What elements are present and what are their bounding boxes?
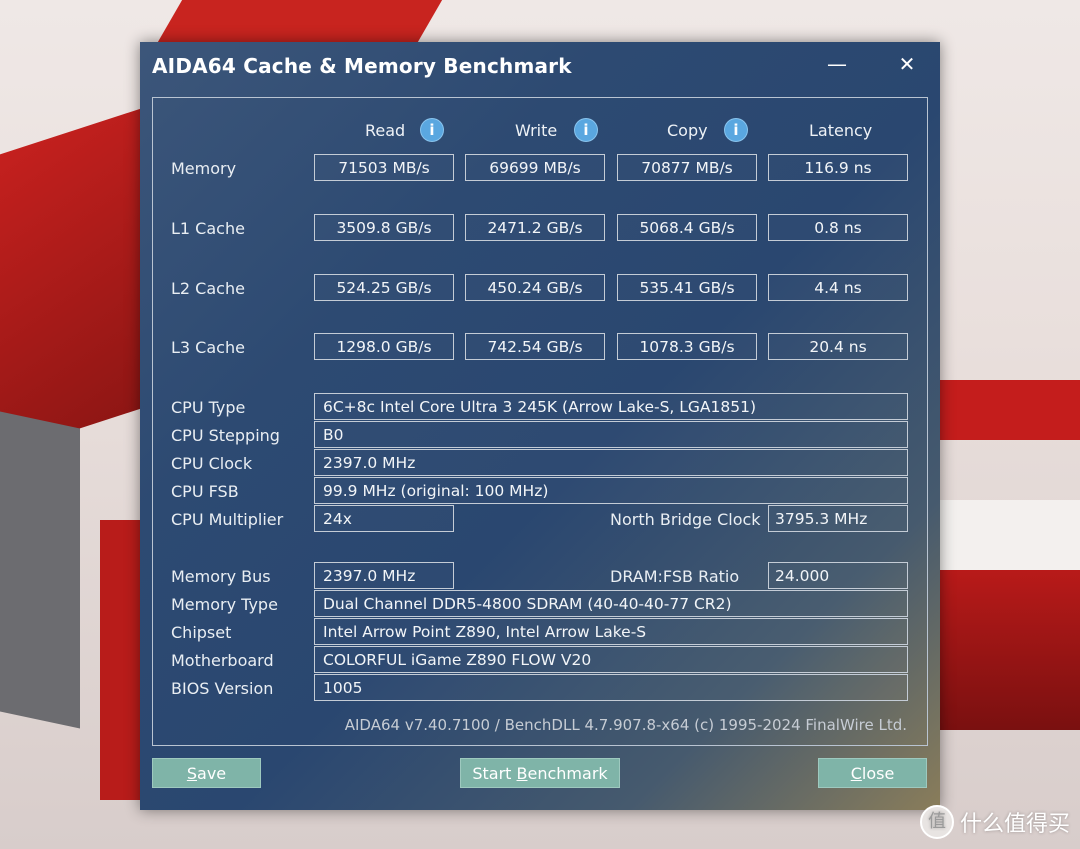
cpu-type-value: 6C+8c Intel Core Ultra 3 245K (Arrow Lak…	[314, 393, 908, 420]
memory-write-value: 69699 MB/s	[465, 154, 605, 181]
bios-version-value: 1005	[314, 674, 908, 701]
watermark-text: 什么值得买	[959, 812, 1070, 837]
memory-bus-label: Memory Bus	[171, 567, 271, 586]
chipset-value: Intel Arrow Point Z890, Intel Arrow Lake…	[314, 618, 908, 645]
background-shape	[940, 570, 1080, 730]
row-label-l2-cache: L2 Cache	[171, 279, 245, 298]
close-mnemonic: C	[850, 764, 862, 783]
write-info-icon[interactable]: i	[575, 119, 597, 141]
benchmark-window: AIDA64 Cache & Memory Benchmark — ✕ Read…	[140, 42, 940, 810]
north-bridge-clock-label: North Bridge Clock	[610, 510, 761, 529]
background-shape	[157, 0, 443, 42]
save-label: ave	[197, 764, 227, 783]
dram-fsb-ratio-value: 24.000	[768, 562, 908, 589]
cpu-clock-label: CPU Clock	[171, 454, 253, 473]
background-shape	[940, 500, 1080, 570]
cpu-multiplier-label: CPU Multiplier	[171, 510, 284, 529]
watermark: 值 什么值得买	[919, 805, 1070, 839]
save-mnemonic: S	[186, 764, 198, 783]
row-label-l1-cache: L1 Cache	[171, 219, 245, 238]
cpu-stepping-label: CPU Stepping	[171, 426, 280, 445]
l2-read-value: 524.25 GB/s	[314, 274, 454, 301]
dram-fsb-ratio-label: DRAM:FSB Ratio	[610, 567, 740, 586]
background-shape	[0, 105, 150, 455]
window-close-button[interactable]: ✕	[890, 50, 924, 80]
start-mnemonic: B	[516, 764, 528, 783]
bios-version-label: BIOS Version	[171, 679, 274, 698]
read-info-icon[interactable]: i	[421, 119, 443, 141]
column-header-write: Write	[515, 121, 558, 140]
l1-read-value: 3509.8 GB/s	[314, 214, 454, 241]
start-benchmark-button[interactable]: Start Benchmark	[460, 758, 620, 788]
chipset-label: Chipset	[171, 623, 232, 642]
cpu-clock-value: 2397.0 MHz	[314, 449, 908, 476]
l3-copy-value: 1078.3 GB/s	[617, 333, 757, 360]
start-label-c: enchmark	[527, 764, 608, 783]
results-panel: Read i Write i Copy i Latency Memory 715…	[152, 97, 928, 746]
memory-read-value: 71503 MB/s	[314, 154, 454, 181]
l1-copy-value: 5068.4 GB/s	[617, 214, 757, 241]
memory-type-value: Dual Channel DDR5-4800 SDRAM (40-40-40-7…	[314, 590, 908, 617]
north-bridge-clock-value: 3795.3 MHz	[768, 505, 908, 532]
l2-latency-value: 4.4 ns	[768, 274, 908, 301]
start-label-a: Start	[472, 764, 517, 783]
l1-write-value: 2471.2 GB/s	[465, 214, 605, 241]
cpu-stepping-value: B0	[314, 421, 908, 448]
row-label-l3-cache: L3 Cache	[171, 338, 245, 357]
cpu-fsb-value: 99.9 MHz (original: 100 MHz)	[314, 477, 908, 504]
save-button[interactable]: Save	[152, 758, 261, 788]
watermark-logo-icon: 值	[919, 805, 954, 839]
l3-write-value: 742.54 GB/s	[465, 333, 605, 360]
l3-read-value: 1298.0 GB/s	[314, 333, 454, 360]
memory-latency-value: 116.9 ns	[768, 154, 908, 181]
l3-latency-value: 20.4 ns	[768, 333, 908, 360]
version-footer: AIDA64 v7.40.7100 / BenchDLL 4.7.907.8-x…	[344, 716, 907, 734]
background-shape	[940, 380, 1080, 440]
l2-write-value: 450.24 GB/s	[465, 274, 605, 301]
close-button[interactable]: Close	[818, 758, 927, 788]
row-label-memory: Memory	[171, 159, 237, 178]
close-label: lose	[861, 764, 895, 783]
window-title: AIDA64 Cache & Memory Benchmark	[152, 54, 572, 78]
cpu-multiplier-value: 24x	[314, 505, 454, 532]
column-header-latency: Latency	[809, 121, 873, 140]
l2-copy-value: 535.41 GB/s	[617, 274, 757, 301]
motherboard-value: COLORFUL iGame Z890 FLOW V20	[314, 646, 908, 673]
memory-copy-value: 70877 MB/s	[617, 154, 757, 181]
minimize-button[interactable]: —	[820, 50, 854, 80]
background-shape	[0, 411, 80, 729]
memory-type-label: Memory Type	[171, 595, 278, 614]
copy-info-icon[interactable]: i	[725, 119, 747, 141]
motherboard-label: Motherboard	[171, 651, 274, 670]
cpu-fsb-label: CPU FSB	[171, 482, 239, 501]
l1-latency-value: 0.8 ns	[768, 214, 908, 241]
column-header-read: Read	[365, 121, 406, 140]
memory-bus-value: 2397.0 MHz	[314, 562, 454, 589]
column-header-copy: Copy	[667, 121, 708, 140]
cpu-type-label: CPU Type	[171, 398, 246, 417]
